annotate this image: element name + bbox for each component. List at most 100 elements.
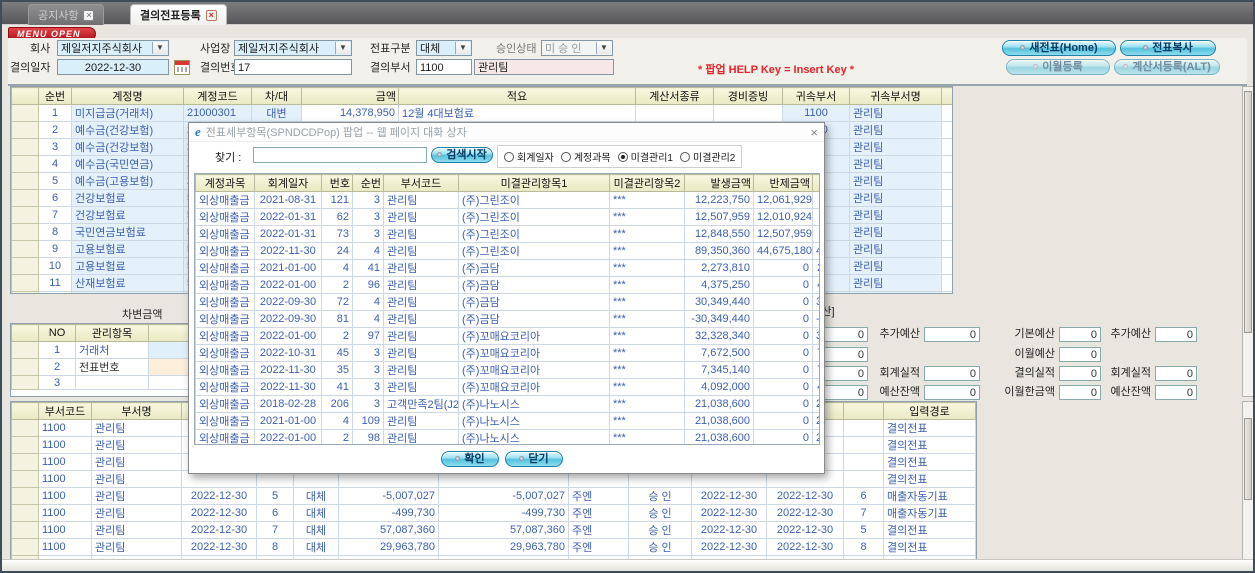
tab-slip-register[interactable]: 결의전표등록 × <box>130 4 227 25</box>
tab-close-icon[interactable]: × <box>205 9 217 21</box>
table-cell <box>11 521 39 539</box>
radio-selected-icon[interactable] <box>617 151 628 162</box>
table-row[interactable]: 외상매출금 2022-09-30 72 4 관리팀 (주)금담 *** 30,349,440 0… <box>195 293 819 311</box>
scrollbar-thumb[interactable] <box>1244 91 1252 333</box>
radio-icon[interactable] <box>504 151 514 162</box>
table-row[interactable]: 1100 관리팀 2022-12-30 6 대체 -499,730 -499,730 주엔 승 … <box>11 504 976 522</box>
table-cell: 관리팀 <box>383 327 459 345</box>
budget-field[interactable]: 0 <box>1059 327 1101 342</box>
radio-icon[interactable] <box>560 151 571 162</box>
table-cell: 12,061,929 <box>753 191 813 209</box>
budget-field[interactable]: 0 <box>1059 366 1101 381</box>
table-cell: 관리팀 <box>91 436 182 454</box>
table-row[interactable]: 외상매출금 2022-11-30 35 3 관리팀 (주)꼬매요코리아 *** 7,345,1… <box>195 361 819 379</box>
carryover-button[interactable]: 이월등록 <box>1006 59 1110 75</box>
copy-slip-button[interactable]: 전표복사 <box>1120 40 1216 56</box>
budget-field[interactable]: 0 <box>1155 366 1197 381</box>
budget-field[interactable]: 0 <box>1059 385 1101 400</box>
budget-field[interactable]: 0 <box>924 327 980 342</box>
table-cell: -499,730 <box>338 504 439 522</box>
table-cell: 확정 <box>975 538 976 556</box>
table-cell: 관리팀 <box>383 361 459 379</box>
table-cell: 1100 <box>38 504 92 522</box>
budget-field[interactable]: 0 <box>924 366 980 381</box>
calendar-icon[interactable] <box>174 60 190 75</box>
table-row[interactable]: 1100 관리팀 2022-12-30 8 대체 29,963,780 29,963,780… <box>11 538 976 556</box>
table-row[interactable]: 외상매출금 2022-10-31 45 3 관리팀 (주)꼬매요코리아 *** 7,672,5… <box>195 344 819 362</box>
radio-label: 계정과목 <box>573 153 611 164</box>
table-row[interactable]: 외상매출금 2022-01-00 2 97 관리팀 (주)꼬매요코리아 *** 32,328,… <box>195 327 819 345</box>
table-cell: 121 <box>321 191 353 209</box>
main-grid-scrollbar[interactable] <box>1242 86 1253 397</box>
table-cell: 2022-11-30 <box>254 242 322 260</box>
table-cell: 4 <box>321 412 353 430</box>
table-cell: 4,092,000 <box>684 378 754 396</box>
slip-type-select[interactable]: 대체 ▼ <box>416 40 472 56</box>
budget-field[interactable]: 0 <box>1059 347 1101 362</box>
table-row[interactable]: 외상매출금 2022-09-30 81 4 관리팀 (주)금담 *** -30,349,440… <box>195 310 819 328</box>
table-cell: 관리팀 <box>383 259 459 277</box>
table-row[interactable]: 1100 관리팀 2022-12-30 7 대체 57,087,360 57,087,360… <box>11 521 976 539</box>
search-type-radio[interactable]: 계정과목 <box>560 149 611 164</box>
table-row[interactable]: 외상매출금2021-01-00441관리팀(주)금담***2,273,81002… <box>195 259 819 277</box>
table-cell: 8 <box>256 538 294 556</box>
table-row[interactable]: 외상매출금 2022-11-30 41 3 관리팀 (주)꼬매요코리아 *** 4,092,0… <box>195 378 819 396</box>
search-type-radio[interactable]: 회계일자 <box>504 149 554 164</box>
bottom-grid-scrollbar[interactable] <box>1242 401 1253 560</box>
company-value: 제일저지주식회사 <box>61 43 142 55</box>
approval-select[interactable]: 미 승 인 ▼ <box>541 40 613 56</box>
site-select[interactable]: 제일저지주식회사 ▼ <box>234 40 352 56</box>
budget-field[interactable]: 0 <box>1155 385 1197 400</box>
search-input[interactable] <box>253 147 427 163</box>
table-row[interactable]: 외상매출금 2022-01-31 73 3 관리팀 (주)그린조이 *** 12,848,55… <box>195 225 819 243</box>
dept-code-field[interactable]: 1100 <box>416 59 472 75</box>
table-row[interactable]: 외상매출금 2022-11-30 24 4 관리팀 (주)그린조이 *** 89,350,36… <box>195 242 819 260</box>
table-cell <box>11 257 39 275</box>
budget-field[interactable]: 0 <box>1155 327 1197 342</box>
close-icon[interactable]: × <box>810 126 818 139</box>
table-cell: 109 <box>352 412 384 430</box>
table-row[interactable]: 외상매출금 2022-01-31 62 3 관리팀 (주)그린조이 *** 12,507,95… <box>195 208 819 226</box>
company-select[interactable]: 제일저지주식회사 ▼ <box>57 40 169 56</box>
scrollbar-thumb[interactable] <box>1244 418 1252 500</box>
table-cell: 외상매출금 <box>195 429 255 444</box>
tab-close-icon[interactable]: × <box>83 9 95 21</box>
table-cell: (주)금담 <box>458 259 610 277</box>
slip-date-field[interactable]: 2022-12-30 <box>57 59 169 75</box>
popup-title-bar[interactable]: e 전표세부항목(SPNDCDPop) 팝업 -- 웹 페이지 대화 상자 × <box>189 123 824 142</box>
table-row[interactable]: 외상매출금2022-01-00296관리팀(주)금담***4,375,25004… <box>195 276 819 294</box>
table-row[interactable]: 1100 관리팀 2022-12-30 5 대체 -5,007,027 -5,007,027… <box>11 487 976 505</box>
search-type-radio[interactable]: 미결관리1 <box>617 149 673 164</box>
budget-label: 회계실적 <box>879 367 920 379</box>
search-type-radio[interactable]: 미결관리2 <box>680 149 735 164</box>
column-header: 차/대 <box>251 87 302 105</box>
table-row[interactable]: 외상매출금 2021-01-00 4 109 관리팀 (주)나노시스 *** 21,038,6… <box>195 412 819 430</box>
table-cell: 3 <box>352 208 384 226</box>
table-cell: 96 <box>352 276 384 294</box>
invoice-register-button[interactable]: 계산서등록(ALT) <box>1114 59 1220 75</box>
table-cell <box>11 375 39 390</box>
budget-field[interactable]: 0 <box>924 385 980 400</box>
table-row[interactable]: 1 미지급금(거래처) 21000301 대변 14,378,950 12월 4대보험료 1… <box>11 104 952 122</box>
ok-button[interactable]: 확인 <box>441 451 499 467</box>
table-cell: 외상매출금 <box>195 191 255 209</box>
table-row[interactable]: 외상매출금 2021-08-31 121 3 관리팀 (주)그린조이 *** 12,223,7… <box>195 191 819 209</box>
table-row[interactable]: 외상매출금 2018-02-28 206 3 고객만족2팀(J2 (주)나노시스 *** 21… <box>195 395 819 413</box>
table-cell: (주)그린조이 <box>458 242 610 260</box>
table-cell: 미지급금(거래처) <box>71 104 184 122</box>
table-cell <box>11 538 39 556</box>
dept-label: 결의부서 <box>370 62 411 74</box>
table-row[interactable]: 외상매출금 2022-01-00 2 98 관리팀 (주)나노시스 *** 21,038,60… <box>195 429 819 444</box>
table-cell: 국민연금보험료 <box>71 223 184 241</box>
tab-notice[interactable]: 공지사항 × <box>28 4 105 25</box>
radio-icon[interactable] <box>680 151 690 162</box>
table-cell: 승 인 <box>628 504 692 522</box>
column-header: 회계일자 <box>254 174 322 192</box>
search-start-button[interactable]: 검색시작 <box>431 147 493 163</box>
table-cell: -30,349,440 <box>812 310 819 328</box>
slip-no-field[interactable]: 17 <box>234 59 352 75</box>
close-button[interactable]: 닫기 <box>505 451 563 467</box>
new-slip-button[interactable]: 새전표(Home) <box>1002 40 1116 56</box>
table-cell <box>75 375 149 390</box>
table-cell <box>11 274 39 292</box>
